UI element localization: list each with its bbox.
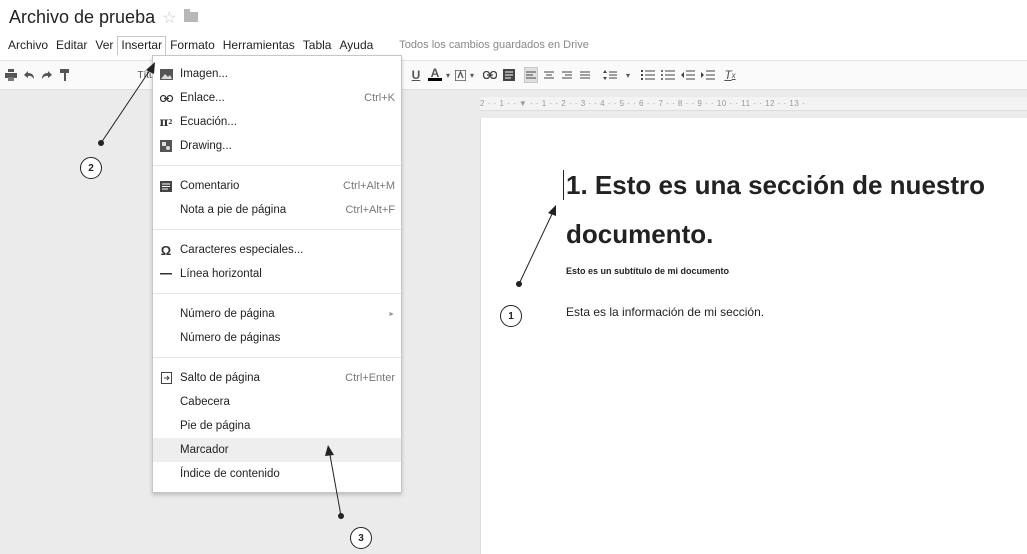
undo-icon[interactable] [22, 67, 36, 83]
menu-item-nota-pie[interactable]: Nota a pie de página Ctrl+Alt+F [153, 198, 401, 222]
line-spacing-dropdown-icon[interactable]: ▾ [624, 67, 632, 83]
menu-tabla[interactable]: Tabla [299, 36, 336, 54]
header: Archivo de prueba ☆ Archivo Editar Ver I… [0, 0, 1027, 60]
menu-separator [153, 293, 401, 294]
doc-title-bar: Archivo de prueba ☆ [9, 7, 199, 28]
ruler[interactable]: 2 · · 1 · · ▼ · · 1 · · 2 · · 3 · · 4 · … [480, 97, 1027, 111]
insert-menu-dropdown: Imagen... Enlace... Ctrl+K π2 Ecuación..… [152, 55, 402, 493]
paint-format-icon[interactable] [58, 67, 72, 83]
omega-icon: Ω [160, 242, 172, 258]
menu-separator [153, 229, 401, 230]
menu-herramientas[interactable]: Herramientas [219, 36, 299, 54]
menu-separator [153, 357, 401, 358]
drawing-icon [159, 139, 173, 153]
menu-item-caracteres[interactable]: Ω Caracteres especiales... [153, 238, 401, 262]
menu-ayuda[interactable]: Ayuda [335, 36, 377, 54]
menu-item-comentario[interactable]: Comentario Ctrl+Alt+M [153, 174, 401, 198]
menu-formato[interactable]: Formato [166, 36, 219, 54]
subtitle[interactable]: Esto es un subtítulo de mi documento [566, 266, 729, 276]
callout-1: 1 [500, 305, 522, 327]
star-icon[interactable]: ☆ [162, 8, 176, 28]
align-center-icon[interactable] [542, 67, 556, 83]
menu-insertar[interactable]: Insertar [117, 35, 167, 55]
submenu-arrow-icon: ► [388, 310, 395, 318]
horizontal-line-icon [159, 267, 173, 281]
menu-item-linea-horizontal[interactable]: Línea horizontal [153, 262, 401, 286]
numbered-list-icon[interactable] [640, 67, 656, 83]
redo-icon[interactable] [40, 67, 54, 83]
justify-icon[interactable] [578, 67, 592, 83]
page-break-icon [159, 371, 173, 385]
menu-item-pie-pagina[interactable]: Pie de página [153, 414, 401, 438]
section-paragraph[interactable]: Esta es la información de mi sección. [566, 305, 764, 319]
highlight-icon[interactable] [454, 67, 466, 83]
callout-2: 2 [80, 157, 102, 179]
comment-icon [159, 179, 173, 193]
line-spacing-icon[interactable] [602, 67, 622, 83]
menu-item-marcador[interactable]: Marcador [153, 438, 401, 462]
menu-archivo[interactable]: Archivo [4, 36, 52, 54]
bulleted-list-icon[interactable] [660, 67, 676, 83]
menubar: Archivo Editar Ver Insertar Formato Herr… [4, 35, 589, 55]
menu-item-cabecera[interactable]: Cabecera [153, 390, 401, 414]
align-right-icon[interactable] [560, 67, 574, 83]
text-cursor [563, 170, 564, 200]
menu-item-ecuacion[interactable]: π2 Ecuación... [153, 110, 401, 134]
underline-icon[interactable]: U [410, 67, 422, 83]
clear-formatting-icon[interactable]: Tx [722, 67, 738, 83]
link-icon[interactable] [482, 67, 498, 83]
menu-editar[interactable]: Editar [52, 36, 91, 54]
highlight-dropdown-icon[interactable]: ▾ [468, 67, 476, 83]
menu-item-enlace[interactable]: Enlace... Ctrl+K [153, 86, 401, 110]
menu-ver[interactable]: Ver [91, 36, 117, 54]
text-color-icon[interactable]: A [428, 66, 442, 81]
menu-item-imagen[interactable]: Imagen... [153, 62, 401, 86]
ruler-marks: 2 · · 1 · · ▼ · · 1 · · 2 · · 3 · · 4 · … [480, 99, 806, 108]
text-color-dropdown-icon[interactable]: ▾ [444, 67, 452, 83]
pi-icon: π2 [159, 115, 173, 129]
link-icon [159, 91, 173, 105]
doc-title[interactable]: Archivo de prueba [9, 7, 155, 28]
menu-item-drawing[interactable]: Drawing... [153, 134, 401, 158]
google-docs-window: Archivo de prueba ☆ Archivo Editar Ver I… [0, 0, 1027, 554]
heading-line-2[interactable]: documento. [566, 221, 713, 247]
comment-icon[interactable] [502, 67, 516, 83]
menu-item-numero-pagina[interactable]: Número de página ► [153, 302, 401, 326]
heading-line-1[interactable]: 1. Esto es una sección de nuestro [566, 172, 985, 198]
menu-separator [153, 165, 401, 166]
increase-indent-icon[interactable] [700, 67, 716, 83]
folder-icon[interactable] [184, 8, 199, 22]
image-icon [159, 67, 173, 81]
align-left-icon[interactable] [524, 67, 538, 83]
menu-item-indice[interactable]: Índice de contenido [153, 462, 401, 486]
callout-3: 3 [350, 527, 372, 549]
save-status: Todos los cambios guardados en Drive [399, 39, 589, 51]
menu-item-numero-paginas[interactable]: Número de páginas [153, 326, 401, 350]
decrease-indent-icon[interactable] [680, 67, 696, 83]
print-icon[interactable] [4, 67, 18, 83]
menu-item-salto-pagina[interactable]: Salto de página Ctrl+Enter [153, 366, 401, 390]
